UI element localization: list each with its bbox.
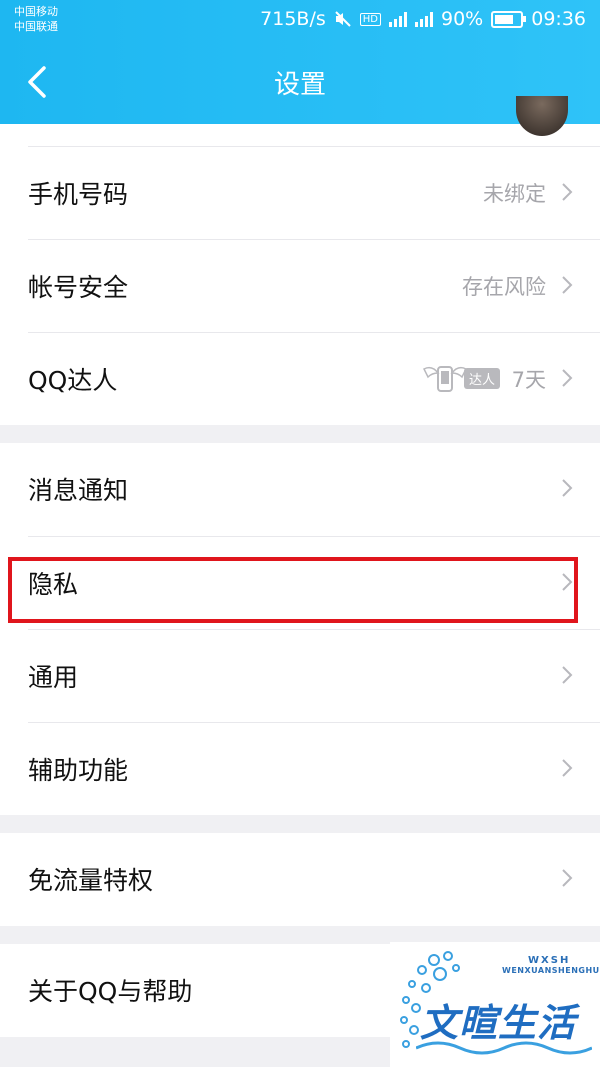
carrier-1: 中国移动 [14, 5, 58, 18]
signal-3g-icon [415, 11, 433, 27]
carrier-info: 中国移动 中国联通 [14, 4, 58, 34]
free-data-row[interactable]: 免流量特权 [28, 833, 600, 926]
mute-icon [335, 11, 351, 27]
winged-phone-icon [422, 366, 467, 392]
row-label: 帐号安全 [28, 273, 129, 302]
row-value: 存在风险 [462, 275, 546, 299]
row-value: 未绑定 [483, 182, 546, 206]
group-separator [0, 815, 600, 833]
wave-icon [416, 1041, 592, 1055]
page-title: 设置 [273, 70, 326, 100]
account-group: 手机号码 未绑定 帐号安全 存在风险 QQ达人 达人 7天 [0, 146, 600, 425]
row-label: 免流量特权 [28, 866, 154, 895]
row-value: 7天 [511, 368, 546, 392]
notifications-row[interactable]: 消息通知 [28, 443, 600, 536]
preferences-group: 消息通知 隐私 通用 辅助功能 [0, 443, 600, 815]
chevron-right-icon [562, 666, 573, 684]
battery-percent: 90% [441, 8, 484, 30]
watermark-abbr: WXSH [528, 955, 571, 966]
watermark-pinyin: WENXUANSHENGHUO [502, 966, 600, 975]
chevron-right-icon [562, 183, 573, 201]
battery-icon [491, 10, 527, 28]
clock: 09:36 [531, 8, 586, 30]
status-bar: 中国移动 中国联通 715B/s HD 90% 09:36 [0, 0, 600, 42]
qq-daren-row[interactable]: QQ达人 达人 7天 [28, 332, 600, 425]
data-group: 免流量特权 [0, 833, 600, 926]
row-label: 关于QQ与帮助 [28, 977, 193, 1006]
hd-badge: HD [359, 12, 381, 26]
privacy-highlight-box [8, 557, 578, 623]
accessibility-row[interactable]: 辅助功能 [28, 722, 600, 815]
chevron-right-icon [562, 479, 573, 497]
chevron-right-icon [562, 369, 573, 387]
carrier-2: 中国联通 [14, 20, 58, 33]
group-separator [0, 425, 600, 443]
row-label: 手机号码 [28, 180, 129, 209]
chevron-right-icon [562, 759, 573, 777]
profile-row-partial[interactable] [0, 124, 600, 146]
status-indicators: 715B/s HD 90% 09:36 [260, 8, 586, 30]
title-bar: 设置 [0, 42, 600, 124]
phone-number-row[interactable]: 手机号码 未绑定 [28, 146, 600, 239]
signal-4g-icon [389, 11, 407, 27]
account-security-row[interactable]: 帐号安全 存在风险 [28, 239, 600, 332]
daren-badge: 达人 [422, 361, 500, 395]
row-label: 辅助功能 [28, 756, 129, 785]
chevron-right-icon [562, 276, 573, 294]
row-label: 通用 [28, 663, 79, 692]
chevron-right-icon [562, 869, 573, 887]
watermark-logo: WXSH WENXUANSHENGHUO 文暄生活 [390, 942, 600, 1067]
row-label: QQ达人 [28, 366, 118, 395]
general-row[interactable]: 通用 [28, 629, 600, 722]
network-speed: 715B/s [260, 8, 326, 30]
battery-fill [495, 14, 514, 24]
row-label: 消息通知 [28, 476, 129, 505]
daren-label: 达人 [463, 367, 500, 389]
